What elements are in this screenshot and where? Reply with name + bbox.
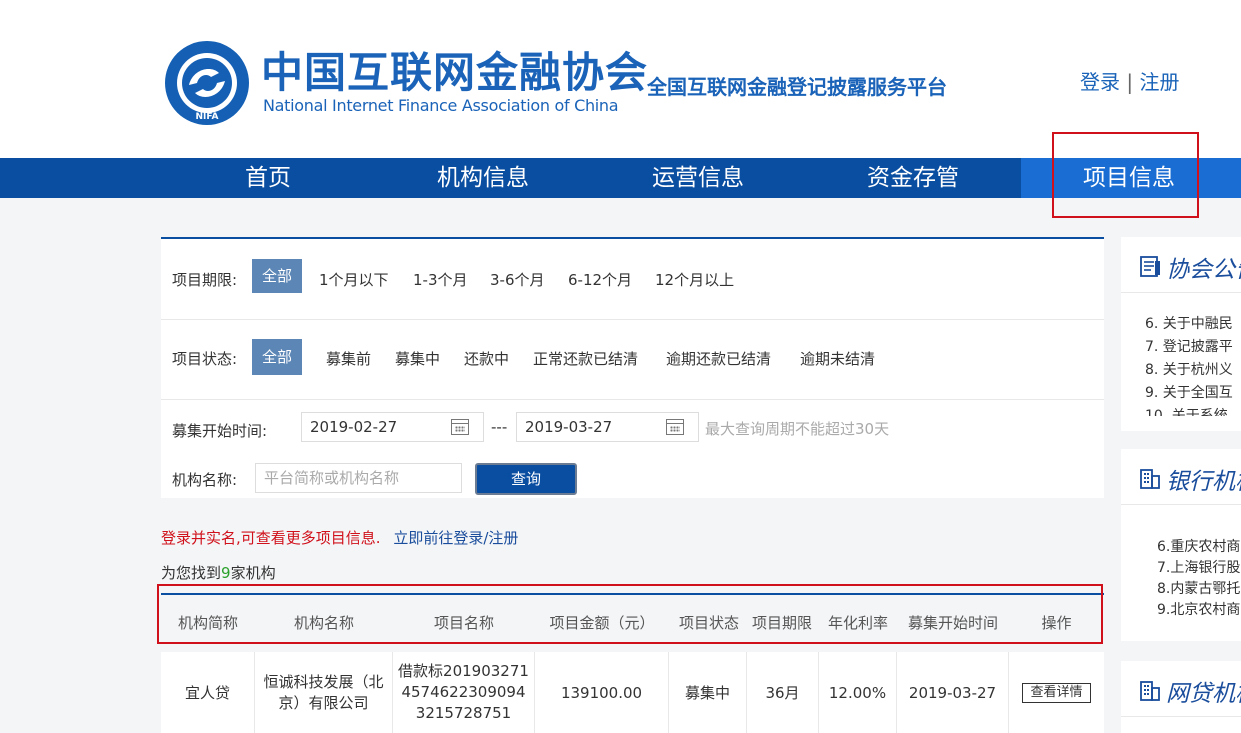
notice-item[interactable]: 9. 关于全国互: [1145, 382, 1233, 405]
notice-item[interactable]: 7. 登记披露平: [1145, 336, 1233, 359]
status-option-raising[interactable]: 募集中: [395, 348, 440, 369]
cell-project-name: 借款标20190327145746223090943215728751: [393, 652, 535, 733]
notice-item[interactable]: 6. 关于中融民: [1145, 313, 1233, 336]
calendar-icon[interactable]: [666, 419, 684, 435]
date-range-separator: ---: [491, 418, 508, 436]
query-button[interactable]: 查询: [475, 463, 577, 495]
term-option-all[interactable]: 全部: [252, 259, 302, 293]
term-option-1-3m[interactable]: 1-3个月: [413, 269, 468, 290]
status-option-repaying[interactable]: 还款中: [464, 348, 509, 369]
sidebar-notices-card: 协会公告 6. 关于中融民 7. 登记披露平 8. 关于杭州义 9. 关于全国互…: [1121, 237, 1241, 431]
col-header-org-name: 机构名称: [293, 614, 354, 632]
status-option-pre-raise[interactable]: 募集前: [326, 348, 371, 369]
calendar-icon[interactable]: [451, 419, 469, 435]
result-count-number: 9: [221, 564, 231, 582]
sidebar-notices-header: 协会公告: [1121, 237, 1241, 293]
date-end-value: 2019-03-27: [525, 418, 613, 436]
col-header-amount: 项目金额（元）: [549, 614, 655, 632]
org-name-input[interactable]: [255, 463, 462, 493]
login-link[interactable]: 登录: [1080, 70, 1120, 94]
nav-item-projects[interactable]: 项目信息: [1021, 158, 1237, 198]
status-option-overdue-unsettled[interactable]: 逾期未结清: [800, 348, 875, 369]
result-suffix: 家机构: [230, 564, 276, 582]
auth-links: 登录 | 注册: [1080, 68, 1179, 96]
nav-item-operations[interactable]: 运营信息: [598, 158, 798, 198]
nifa-logo-icon: NIFA: [165, 41, 249, 125]
status-option-settled[interactable]: 正常还款已结清: [533, 348, 638, 369]
cell-start-date: 2019-03-27: [897, 652, 1009, 733]
login-register-link[interactable]: 立即前往登录/注册: [393, 529, 518, 547]
org-name-label: 机构名称:: [172, 471, 238, 489]
cell-org-name: 恒诚科技发展（北京）有限公司: [255, 652, 393, 733]
table-row: 宜人贷 恒诚科技发展（北京）有限公司 借款标201903271457462230…: [161, 652, 1104, 733]
status-option-overdue-settled[interactable]: 逾期还款已结清: [666, 348, 771, 369]
login-notice-text: 登录并实名,可查看更多项目信息.: [161, 529, 381, 547]
term-filter-row: 项目期限: 全部 1个月以下 1-3个月 3-6个月 6-12个月 12个月以上: [161, 239, 1104, 319]
nav-item-institutions[interactable]: 机构信息: [383, 158, 583, 198]
building-icon: [1140, 469, 1160, 489]
org-name-en: National Internet Finance Association of…: [263, 96, 619, 115]
sidebar-banks-list: 6.重庆农村商 7.上海银行股 8.内蒙古鄂托 9.北京农村商: [1157, 537, 1240, 621]
building-icon: [1140, 681, 1160, 701]
register-link[interactable]: 注册: [1139, 70, 1179, 94]
col-header-short-name: 机构简称: [177, 614, 238, 632]
login-notice: 登录并实名,可查看更多项目信息. 立即前往登录/注册: [161, 527, 518, 548]
sidebar-banks-title: 银行机构: [1166, 469, 1241, 495]
sidebar-notices-title: 协会公告: [1166, 257, 1241, 283]
date-range-hint: 最大查询周期不能超过30天: [705, 420, 890, 438]
site-header: NIFA 中国互联网金融协会 National Internet Finance…: [0, 0, 1241, 158]
col-header-rate: 年化利率: [827, 614, 888, 632]
sidebar-banks-header: 银行机构: [1121, 449, 1241, 505]
date-end-input[interactable]: 2019-03-27: [516, 412, 699, 442]
cell-term: 36月: [747, 652, 819, 733]
sidebar-p2p-card: 网贷机构: [1121, 661, 1241, 733]
col-header-action: 操作: [1041, 614, 1072, 632]
term-option-gt12m[interactable]: 12个月以上: [655, 269, 734, 290]
sidebar-banks-card: 银行机构 6.重庆农村商 7.上海银行股 8.内蒙古鄂托 9.北京农村商: [1121, 449, 1241, 641]
cell-short-name: 宜人贷: [161, 652, 255, 733]
status-option-all[interactable]: 全部: [252, 339, 302, 375]
col-header-status: 项目状态: [678, 614, 739, 632]
term-option-6-12m[interactable]: 6-12个月: [568, 269, 632, 290]
col-header-project-name: 项目名称: [433, 614, 494, 632]
main-nav: 首页 机构信息 运营信息 资金存管 项目信息: [0, 158, 1241, 198]
sidebar-p2p-title: 网贷机构: [1166, 681, 1241, 707]
sidebar-p2p-header: 网贷机构: [1121, 661, 1241, 717]
result-count: 为您找到9家机构: [161, 562, 276, 583]
divider: [161, 399, 1104, 400]
nav-item-home[interactable]: 首页: [168, 158, 368, 198]
term-option-lt1m[interactable]: 1个月以下: [319, 269, 389, 290]
sidebar-notices-list: 6. 关于中融民 7. 登记披露平 8. 关于杭州义 9. 关于全国互 10. …: [1145, 313, 1233, 416]
status-label: 项目状态:: [172, 350, 238, 368]
term-option-3-6m[interactable]: 3-6个月: [490, 269, 545, 290]
date-start-input[interactable]: 2019-02-27: [301, 412, 484, 442]
col-header-term: 项目期限: [751, 614, 812, 632]
cell-status: 募集中: [669, 652, 747, 733]
col-header-start-date: 募集开始时间: [907, 614, 998, 632]
nav-overflow-edge: [1237, 158, 1241, 198]
bank-item[interactable]: 7.上海银行股: [1157, 558, 1240, 579]
bank-item[interactable]: 9.北京农村商: [1157, 600, 1240, 621]
bank-item[interactable]: 8.内蒙古鄂托: [1157, 579, 1240, 600]
cell-amount: 139100.00: [535, 652, 669, 733]
emblem-text: NIFA: [196, 112, 219, 122]
nav-item-custody[interactable]: 资金存管: [813, 158, 1013, 198]
notice-item[interactable]: 10. 关于系统: [1145, 405, 1233, 416]
date-label: 募集开始时间:: [172, 422, 268, 440]
platform-name: 全国互联网金融登记披露服务平台: [647, 75, 947, 99]
cell-action: 查看详情: [1009, 652, 1104, 733]
status-filter-row: 项目状态: 全部 募集前 募集中 还款中 正常还款已结清 逾期还款已结清 逾期未…: [161, 320, 1104, 400]
view-details-button[interactable]: 查看详情: [1022, 682, 1091, 703]
result-prefix: 为您找到: [161, 564, 222, 582]
date-start-value: 2019-02-27: [310, 418, 398, 436]
cell-rate: 12.00%: [819, 652, 897, 733]
notice-item[interactable]: 8. 关于杭州义: [1145, 359, 1233, 382]
table-header: 机构简称 机构名称 项目名称 项目金额（元） 项目状态 项目期限 年化利率 募集…: [161, 593, 1104, 644]
org-name-cn: 中国互联网金融协会: [261, 48, 649, 97]
notice-board-icon: [1140, 256, 1160, 277]
bank-item[interactable]: 6.重庆农村商: [1157, 537, 1240, 558]
auth-separator: |: [1126, 70, 1134, 94]
term-label: 项目期限:: [172, 271, 238, 289]
filter-panel: 项目期限: 全部 1个月以下 1-3个月 3-6个月 6-12个月 12个月以上…: [161, 237, 1104, 498]
